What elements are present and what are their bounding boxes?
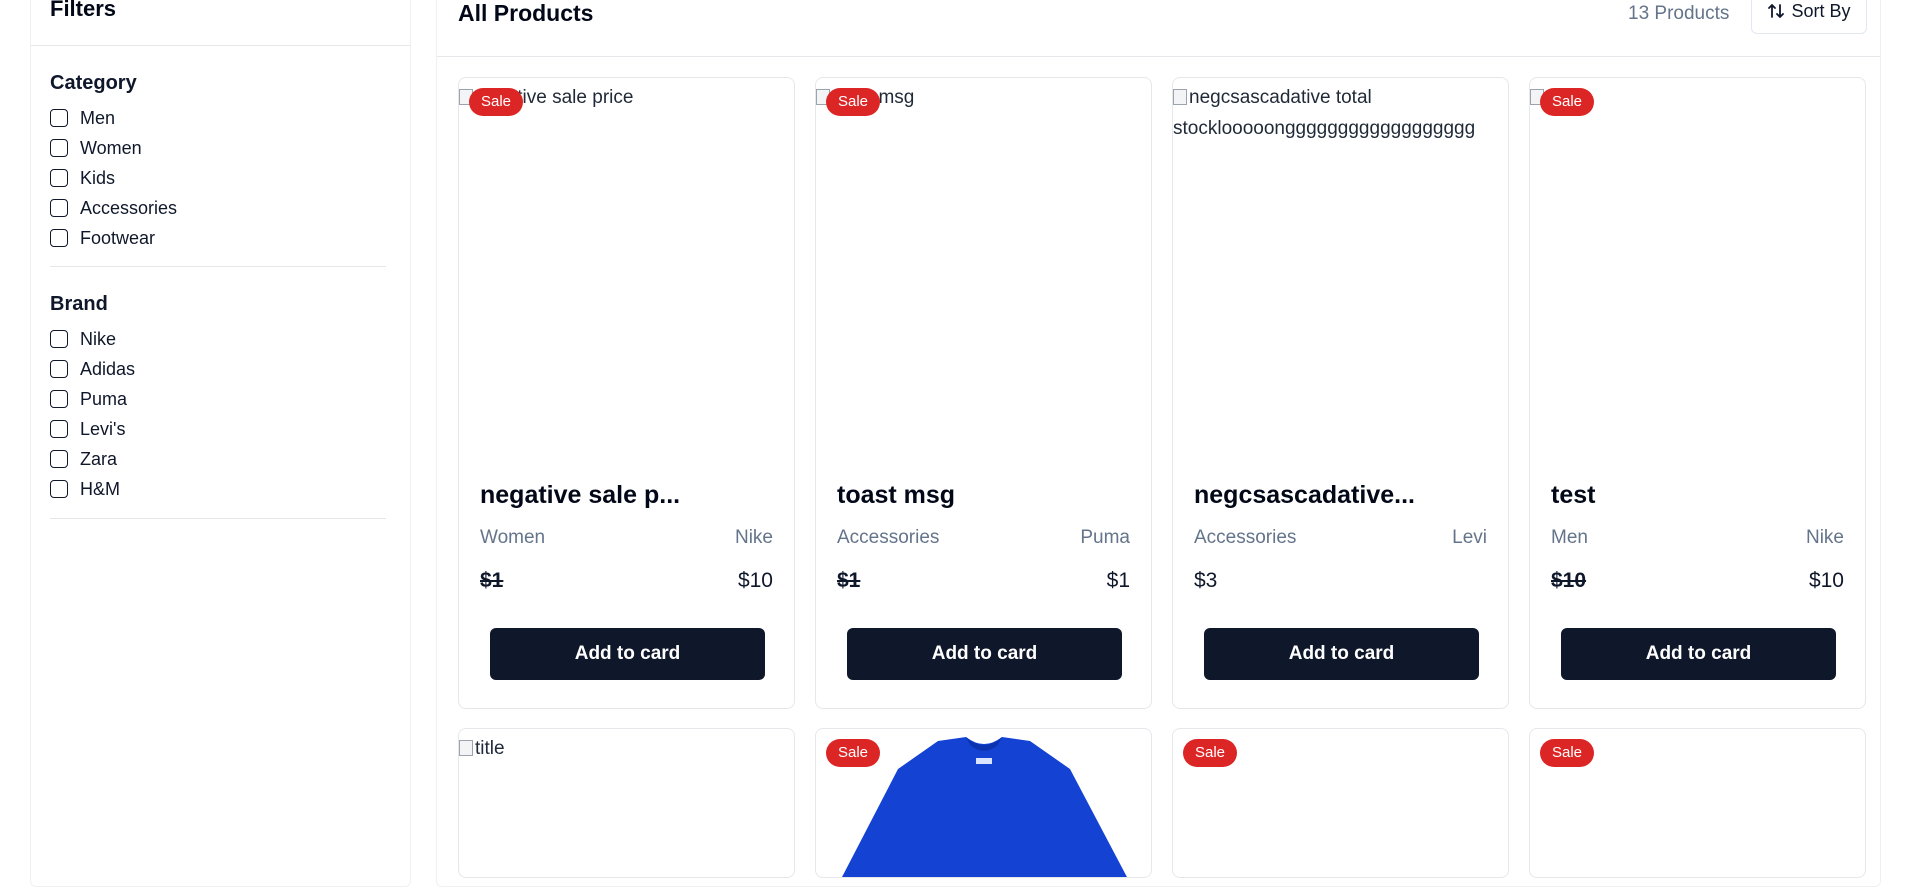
filter-group-divider [50, 518, 386, 519]
product-price: $1 [1106, 569, 1130, 592]
checkbox[interactable] [50, 109, 68, 127]
add-to-cart-button[interactable]: Add to card [1561, 628, 1836, 680]
checkbox[interactable] [50, 420, 68, 438]
page-title: All Products [458, 0, 594, 26]
product-name: negative sale p... [480, 481, 681, 509]
product-name: negcsascadative... [1194, 481, 1415, 509]
sort-by-label: Sort By [1791, 0, 1851, 21]
filter-option-women[interactable]: Women [50, 136, 142, 160]
filter-group-title-category: Category [50, 72, 137, 94]
filter-option-footwear[interactable]: Footwear [50, 226, 155, 250]
product-category: Men [1551, 527, 1588, 548]
checkbox[interactable] [50, 169, 68, 187]
add-to-cart-button[interactable]: Add to card [847, 628, 1122, 680]
filter-option-nike[interactable]: Nike [50, 327, 116, 351]
filter-option-label: Puma [80, 388, 128, 409]
header-divider [437, 56, 1880, 57]
product-category: Accessories [837, 527, 940, 548]
filter-option-levis[interactable]: Levi's [50, 417, 125, 441]
checkbox[interactable] [50, 330, 68, 348]
checkbox[interactable] [50, 360, 68, 378]
filters-sidebar [30, 0, 411, 887]
filter-option-zara[interactable]: Zara [50, 447, 117, 471]
original-price: $1 [480, 569, 504, 592]
filter-option-kids[interactable]: Kids [50, 166, 115, 190]
product-brand: Nike [1805, 527, 1844, 548]
filter-option-men[interactable]: Men [50, 106, 115, 130]
sale-badge: Sale [826, 88, 881, 116]
product-price: $3 [1194, 569, 1218, 592]
add-to-cart-button[interactable]: Add to card [490, 628, 765, 680]
sort-by-button[interactable]: Sort By [1751, 0, 1867, 34]
checkbox[interactable] [50, 390, 68, 408]
product-card[interactable]: Sale [1172, 728, 1509, 878]
image-alt-text: title [475, 738, 505, 759]
filter-option-adidas[interactable]: Adidas [50, 357, 135, 381]
product-name: test [1551, 481, 1596, 509]
sale-badge: Sale [469, 88, 524, 116]
product-card[interactable]: Sale test Men Nike $10 $10 Add to card [1529, 77, 1866, 709]
sale-badge: Sale [1540, 739, 1595, 767]
product-category: Women [480, 527, 546, 548]
add-to-cart-button[interactable]: Add to card [1204, 628, 1479, 680]
sort-arrows-icon [1768, 4, 1785, 18]
filter-option-label: Zara [80, 448, 118, 469]
filter-option-label: Kids [80, 167, 116, 188]
product-category: Accessories [1194, 527, 1297, 548]
filter-option-label: Levi's [80, 418, 126, 439]
filter-option-hm[interactable]: H&M [50, 477, 120, 501]
filter-option-label: Adidas [80, 358, 136, 379]
filters-title: Filters [50, 0, 117, 21]
product-brand: Levi [1452, 527, 1487, 548]
broken-image-icon [459, 740, 473, 756]
product-card[interactable]: toast msg Sale toast msg Accessories Pum… [815, 77, 1152, 709]
product-price: $10 [1808, 569, 1844, 592]
checkbox[interactable] [50, 199, 68, 217]
checkbox[interactable] [50, 229, 68, 247]
filter-option-label: H&M [80, 478, 120, 499]
checkbox[interactable] [50, 139, 68, 157]
product-image: negcsascadative total stocklooooongggggg… [1173, 82, 1508, 144]
filter-option-label: Footwear [80, 227, 156, 248]
original-price: $10 [1551, 569, 1587, 592]
filter-group-title-brand: Brand [50, 293, 108, 315]
original-price: $1 [837, 569, 861, 592]
filter-option-label: Accessories [80, 197, 178, 218]
sale-badge: Sale [826, 739, 881, 767]
product-name: toast msg [837, 481, 956, 509]
product-card[interactable]: title [458, 728, 795, 878]
product-card[interactable]: Sale [1529, 728, 1866, 878]
sidebar-divider [31, 45, 411, 46]
product-brand: Puma [1080, 527, 1130, 548]
filter-option-puma[interactable]: Puma [50, 387, 127, 411]
product-card[interactable]: negative sale price Sale negative sale p… [458, 77, 795, 709]
image-alt-text-overflow: stocklooooongggggggggggggggggg [1173, 118, 1476, 139]
filter-option-label: Women [80, 137, 142, 158]
filter-option-label: Men [80, 107, 116, 128]
filter-option-label: Nike [80, 328, 117, 349]
checkbox[interactable] [50, 450, 68, 468]
product-image: title [459, 733, 794, 764]
product-price: $10 [737, 569, 773, 592]
filter-option-accessories[interactable]: Accessories [50, 196, 177, 220]
sale-badge: Sale [1540, 88, 1595, 116]
product-card[interactable]: negcsascadative total stocklooooongggggg… [1172, 77, 1509, 709]
filter-group-divider [50, 266, 386, 267]
sale-badge: Sale [1183, 739, 1238, 767]
product-count: 13 Products [1628, 3, 1730, 24]
broken-image-icon [1173, 89, 1187, 105]
image-alt-text: negcsascadative total [1189, 87, 1372, 108]
product-brand: Nike [734, 527, 773, 548]
checkbox[interactable] [50, 480, 68, 498]
product-card[interactable]: Sale [815, 728, 1152, 878]
